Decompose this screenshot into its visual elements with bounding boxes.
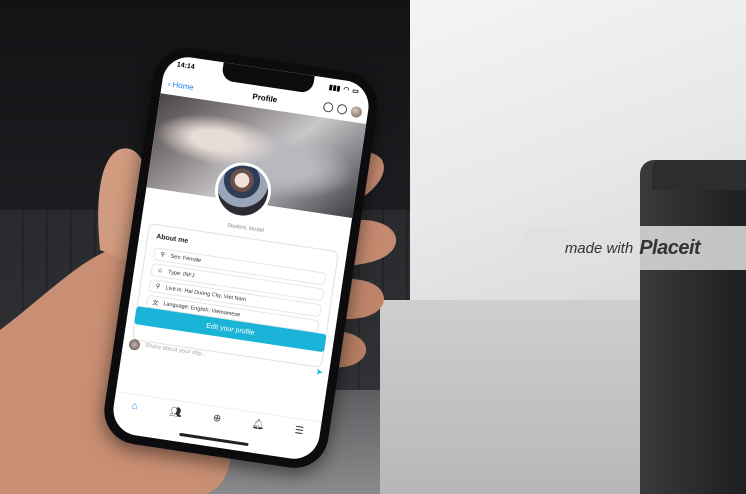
back-label: Home: [171, 79, 195, 92]
background-object-top: [652, 160, 746, 190]
location-pin-icon: ⚲: [159, 252, 166, 259]
location-pin-icon: ⚲: [155, 283, 161, 291]
background-object: [640, 160, 746, 494]
wifi-icon: ◠: [342, 86, 350, 95]
nav-actions: [322, 101, 363, 118]
composer-avatar: [128, 337, 141, 351]
send-icon[interactable]: ➤: [315, 366, 324, 378]
chat-icon[interactable]: [336, 103, 348, 115]
chevron-left-icon: ‹: [167, 78, 172, 89]
back-button[interactable]: ‹ Home: [167, 79, 194, 92]
placeit-watermark: made with Placeit: [519, 226, 746, 270]
about-row-text: Sex: Female: [170, 253, 202, 264]
bell-icon[interactable]: 🔔︎: [247, 417, 268, 431]
tab-bar: ⌂ 👥︎ ⊕ 🔔︎ ☰: [112, 390, 322, 445]
about-title: About me: [155, 233, 189, 245]
status-time: 14:14: [176, 60, 196, 71]
watermark-brand: Placeit: [639, 236, 701, 259]
search-icon[interactable]: [322, 101, 334, 113]
translate-icon: 文: [151, 300, 159, 308]
battery-icon: ▭: [351, 87, 360, 96]
about-row-text: Type: INFJ: [167, 268, 195, 279]
signal-icon: ▮▮▮: [328, 84, 341, 93]
friends-icon[interactable]: 👥︎: [165, 405, 186, 419]
nav-avatar[interactable]: [350, 105, 363, 118]
add-post-icon[interactable]: ⊕: [206, 411, 227, 425]
menu-icon[interactable]: ☰: [289, 424, 310, 438]
home-icon[interactable]: ⌂: [124, 399, 145, 413]
status-icons: ▮▮▮ ◠ ▭: [328, 83, 359, 95]
face-icon: ☺: [156, 267, 164, 275]
watermark-prefix: made with: [564, 239, 634, 257]
